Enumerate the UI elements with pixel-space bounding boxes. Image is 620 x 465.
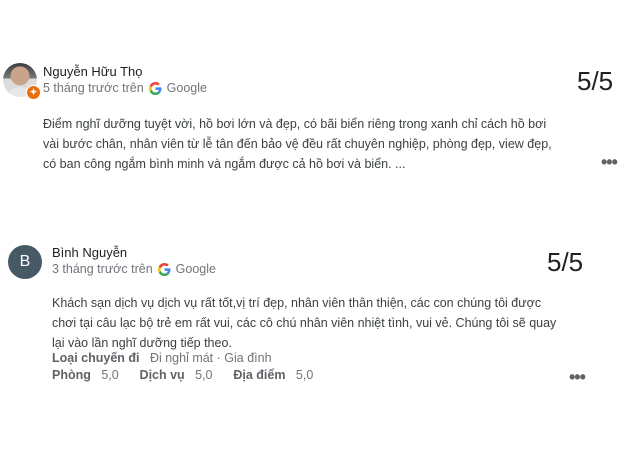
review-text-line: chơi tại câu lạc bộ trẻ em rất vui, các …	[52, 316, 557, 330]
review-text-line: lại vào lần nghĩ dưỡng tiếp theo.	[52, 336, 232, 350]
review-text-line: Khách sạn dịch vụ dịch vụ rất tốt,vị trí…	[52, 296, 542, 310]
trip-type-label: Loại chuyến đi	[52, 351, 140, 365]
score-value-location: 5,0	[295, 368, 314, 382]
score-value-room: 5,0	[101, 368, 119, 382]
reviewer-name[interactable]: Bình Nguyễn	[52, 245, 127, 260]
avatar[interactable]: B	[8, 245, 42, 279]
score-label-service: Dịch vụ	[139, 368, 185, 382]
rating-score: 5/5	[547, 247, 584, 277]
more-options-button[interactable]: •••	[569, 367, 586, 388]
score-label-location: Địa điểm	[233, 368, 286, 382]
score-label-room: Phòng	[52, 368, 91, 382]
review-time: 3 tháng trước trên	[52, 262, 153, 276]
google-icon	[157, 262, 171, 276]
trip-type-row: Loại chuyến đi Đi nghỉ mát · Gia đình	[52, 351, 272, 365]
trip-type-value: Đi nghỉ mát · Gia đình	[149, 351, 272, 365]
review-text: Khách sạn dịch vụ dịch vụ rất tốt,vị trí…	[52, 293, 556, 353]
review-meta: 3 tháng trước trên Google	[52, 262, 216, 276]
review-card: B Bình Nguyễn 3 tháng trước trên Google …	[0, 0, 620, 465]
score-value-service: 5,0	[195, 368, 213, 382]
scores-row: Phòng 5,0 Dịch vụ 5,0 Địa điểm 5,0	[52, 368, 313, 382]
review-source: Google	[175, 262, 216, 276]
